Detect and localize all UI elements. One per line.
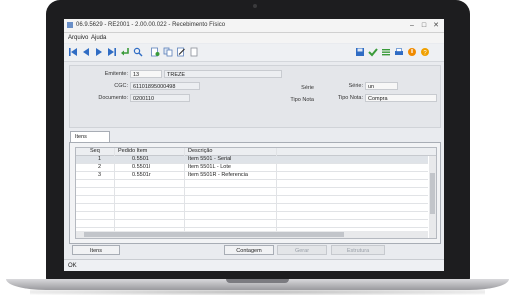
cell-item: 0.5501 [132, 156, 149, 162]
table-row[interactable]: 2 0.5501l Item 5501L - Lote [76, 164, 428, 172]
cell-descricao: Item 5501 - Serial [188, 156, 232, 162]
menu-arquivo[interactable]: Arquivo [68, 35, 88, 41]
col-descricao[interactable]: Descrição [188, 148, 212, 155]
table-row[interactable]: 1 0.5501 Item 5501 - Serial [76, 156, 428, 164]
grid-header: Seq Pedido Item Descrição [76, 148, 436, 156]
last-icon[interactable] [107, 47, 117, 57]
cell-seq: 2 [98, 164, 102, 170]
status-bar: OK [64, 259, 444, 271]
cell-seq: 1 [98, 156, 102, 162]
scrollbar-thumb[interactable] [84, 232, 344, 237]
tipo-nota-field[interactable]: Compra [365, 94, 437, 102]
tipo-nota-label: Tipo Nota: [337, 95, 363, 101]
goto-icon[interactable] [120, 47, 130, 57]
table-row-empty [76, 188, 428, 196]
edit-icon[interactable] [176, 47, 186, 57]
list-icon[interactable] [381, 47, 391, 57]
cell-seq: 3 [98, 172, 102, 178]
confirm-icon[interactable] [368, 47, 378, 57]
print-icon[interactable] [394, 47, 404, 57]
cell-descricao: Item 5501L - Lote [188, 164, 231, 170]
menu-bar: Arquivo Ajuda [64, 33, 444, 43]
serie-label-readonly: Série [301, 85, 314, 91]
contagem-button[interactable]: Contagem [224, 245, 274, 255]
emitente-name-field: TREZE [164, 70, 282, 78]
laptop-base [6, 279, 509, 290]
tab-content: Seq Pedido Item Descrição 1 0.5501 Item … [69, 142, 441, 244]
tab-strip: Itens [69, 131, 439, 142]
estrutura-button[interactable]: Estrutura [331, 245, 385, 255]
window-title: 06.9.5629 - RE2001 - 2.00.00.022 - Receb… [76, 22, 226, 28]
search-icon[interactable] [133, 47, 143, 57]
camera-icon [253, 4, 257, 8]
serie-label: Série: [348, 83, 363, 89]
scrollbar-thumb[interactable] [430, 173, 435, 214]
tipo-nota-label-readonly: Tipo Nota [290, 97, 314, 103]
save-icon[interactable] [355, 47, 365, 57]
prev-icon[interactable] [81, 47, 91, 57]
tab-itens[interactable]: Itens [70, 131, 110, 142]
documento-field: 0200110 [130, 94, 190, 102]
app-icon [67, 22, 73, 28]
vertical-scrollbar[interactable] [429, 156, 436, 238]
itens-button[interactable]: Itens [72, 245, 120, 255]
col-pedido-item[interactable]: Pedido Item [118, 148, 147, 155]
copy-icon[interactable] [163, 47, 173, 57]
new-icon[interactable] [150, 47, 160, 57]
table-row-empty [76, 212, 428, 220]
close-icon[interactable]: ✕ [431, 21, 441, 30]
help-icon[interactable]: ? [420, 47, 430, 57]
table-row-empty [76, 220, 428, 228]
gerar-button[interactable]: Gerar [277, 245, 327, 255]
table-row-empty [76, 180, 428, 188]
serie-field[interactable]: un [365, 82, 398, 90]
first-icon[interactable] [68, 47, 78, 57]
exit-icon[interactable] [407, 47, 417, 57]
cgc-label: CGC: [114, 83, 128, 89]
documento-label: Documento: [98, 95, 128, 101]
cell-item: 0.5501l [132, 164, 151, 170]
cell-descricao: Item 5501R - Referencia [188, 172, 248, 178]
table-row-empty [76, 204, 428, 212]
minimize-icon[interactable]: – [407, 21, 417, 30]
col-seq[interactable]: Seq [90, 148, 100, 155]
emitente-label: Emitente: [104, 71, 128, 77]
horizontal-scrollbar[interactable] [76, 231, 428, 238]
cgc-field: 61101895000498 [130, 82, 200, 90]
maximize-icon[interactable]: □ [419, 21, 429, 30]
toolbar: ? [64, 44, 444, 62]
status-text: OK [68, 263, 77, 269]
table-row-empty [76, 196, 428, 204]
next-icon[interactable] [94, 47, 104, 57]
laptop-notch [226, 279, 289, 283]
items-grid: Seq Pedido Item Descrição 1 0.5501 Item … [75, 147, 437, 239]
emitente-code-field[interactable]: 13 [130, 70, 162, 78]
title-bar: 06.9.5629 - RE2001 - 2.00.00.022 - Receb… [64, 19, 444, 33]
delete-icon[interactable] [189, 47, 199, 57]
cell-item: 0.5501r [132, 172, 151, 178]
menu-ajuda[interactable]: Ajuda [91, 35, 106, 41]
app-window: 06.9.5629 - RE2001 - 2.00.00.022 - Receb… [64, 19, 444, 271]
table-row[interactable]: 3 0.5501r Item 5501R - Referencia [76, 172, 428, 180]
header-panel: Emitente: 13 TREZE CGC: 61101895000498 S… [69, 65, 441, 128]
